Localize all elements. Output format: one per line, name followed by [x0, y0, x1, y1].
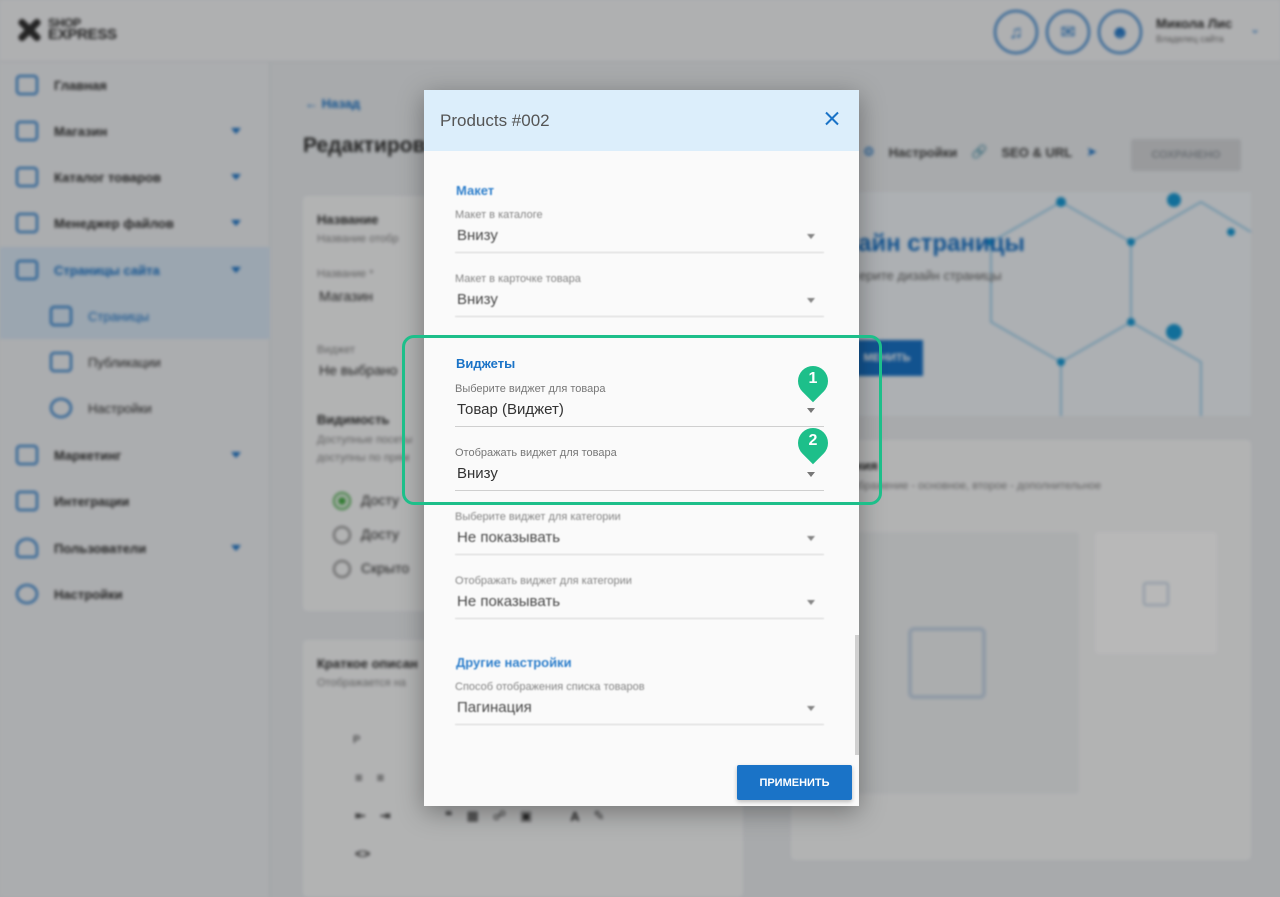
marker-number: 1	[808, 370, 818, 387]
caret-down-icon	[807, 234, 815, 239]
marker-pin-1: 1	[791, 359, 835, 406]
section-title-layout: Макет	[456, 183, 495, 198]
marker-pin-2: 2	[791, 421, 835, 468]
caret-down-icon	[807, 536, 815, 541]
caret-down-icon	[807, 298, 815, 303]
other-settings-section: Другие настройки Способ отображения спис…	[429, 641, 847, 751]
highlight-box	[402, 335, 882, 505]
field-value: Внизу	[457, 291, 498, 308]
field-label: Макет в каталоге	[455, 209, 543, 221]
field-value: Не показывать	[457, 593, 561, 610]
field-value: Не показывать	[457, 529, 561, 546]
modal-scrollbar[interactable]	[855, 635, 859, 755]
modal-footer: ПРИМЕНИТЬ	[424, 759, 859, 806]
caret-down-icon	[807, 600, 815, 605]
section-title-other: Другие настройки	[456, 655, 572, 670]
card-layout-select[interactable]: Макет в карточке товара Внизу	[455, 273, 824, 325]
list-display-select[interactable]: Способ отображения списка товаров Пагина…	[455, 681, 824, 733]
close-icon[interactable]	[820, 107, 844, 131]
category-widget-position-select[interactable]: Отображать виджет для категории Не показ…	[455, 575, 824, 627]
field-label: Макет в карточке товара	[455, 273, 581, 285]
field-label: Выберите виджет для категории	[455, 511, 621, 523]
modal-title: Products #002	[440, 111, 550, 130]
apply-button[interactable]: ПРИМЕНИТЬ	[737, 765, 852, 800]
field-label: Отображать виджет для категории	[455, 575, 632, 587]
field-value: Внизу	[457, 227, 498, 244]
caret-down-icon	[807, 706, 815, 711]
modal-header: Products #002	[424, 90, 859, 151]
category-widget-select[interactable]: Выберите виджет для категории Не показыв…	[455, 511, 824, 563]
field-label: Способ отображения списка товаров	[455, 681, 645, 693]
category-widgets: Выберите виджет для категории Не показыв…	[429, 497, 847, 637]
layout-section: Макет Макет в каталоге Внизу Макет в кар…	[429, 169, 847, 329]
field-value: Пагинация	[457, 699, 532, 716]
catalog-layout-select[interactable]: Макет в каталоге Внизу	[455, 209, 824, 261]
marker-number: 2	[808, 432, 818, 449]
